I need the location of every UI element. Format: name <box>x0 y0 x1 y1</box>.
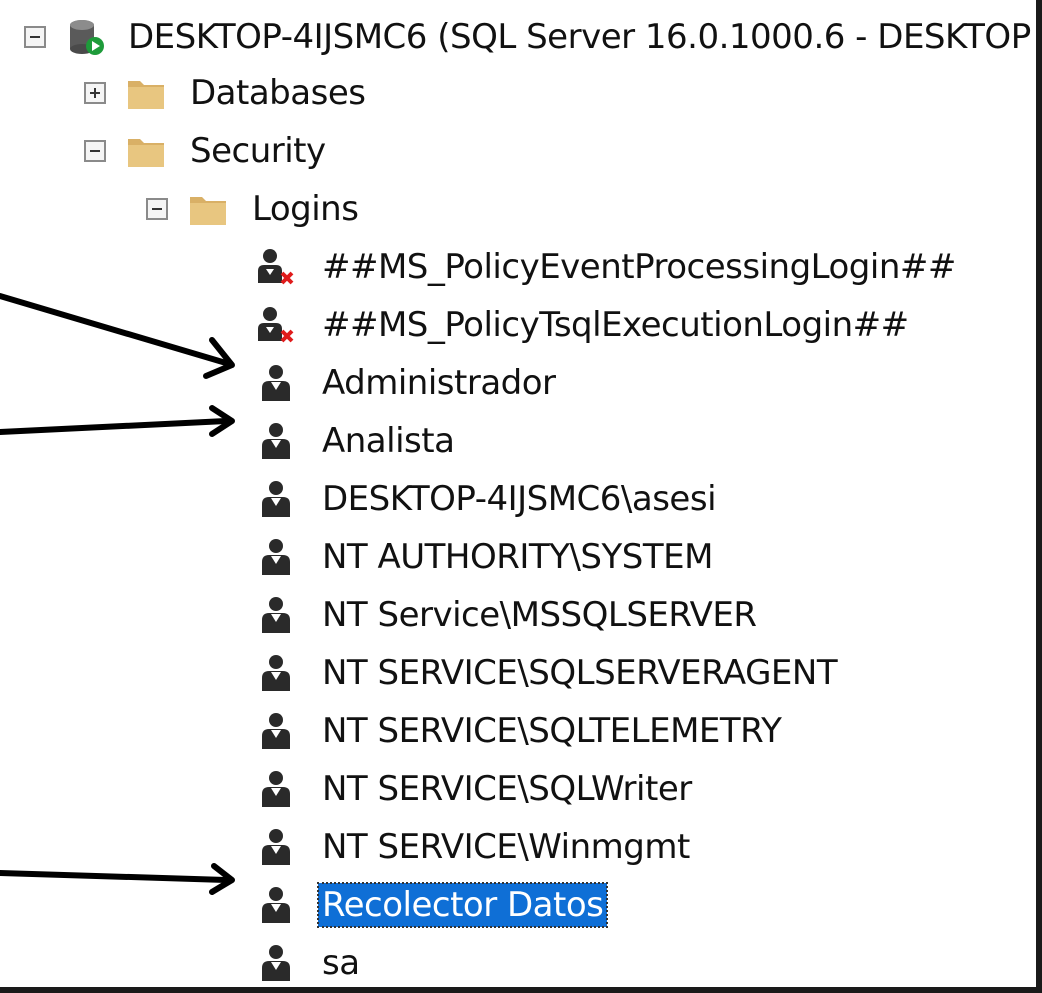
login-item[interactable]: Analista <box>256 412 458 470</box>
login-item[interactable]: sa <box>256 934 364 987</box>
user-icon <box>262 887 290 923</box>
folder-icon <box>190 197 226 225</box>
login-label: NT SERVICE\Winmgmt <box>322 827 690 867</box>
login-label: sa <box>322 943 360 983</box>
tree-node-databases[interactable]: Databases <box>84 64 369 122</box>
login-label: NT SERVICE\SQLTELEMETRY <box>322 711 782 751</box>
user-icon <box>262 423 290 459</box>
login-item[interactable]: NT SERVICE\Winmgmt <box>256 818 694 876</box>
tree-node-label: Databases <box>190 73 366 113</box>
user-icon <box>262 655 290 691</box>
login-item[interactable]: NT SERVICE\SQLTELEMETRY <box>256 702 785 760</box>
login-label: NT SERVICE\SQLWriter <box>322 769 692 809</box>
login-label: Analista <box>322 421 455 461</box>
tree-node-server[interactable]: DESKTOP-4IJSMC6 (SQL Server 16.0.1000.6 … <box>24 8 1035 66</box>
user-icon <box>262 597 290 633</box>
login-label: NT AUTHORITY\SYSTEM <box>322 537 713 577</box>
user-icon <box>262 771 290 807</box>
user-icon <box>262 365 290 401</box>
server-running-icon <box>70 20 104 55</box>
tree-node-label: DESKTOP-4IJSMC6 (SQL Server 16.0.1000.6 … <box>128 17 1031 57</box>
folder-icon <box>128 139 164 167</box>
login-item[interactable]: NT Service\MSSQLSERVER <box>256 586 761 644</box>
user-icon <box>262 713 290 749</box>
login-label: NT Service\MSSQLSERVER <box>322 595 757 635</box>
login-label: ##MS_PolicyTsqlExecutionLogin## <box>322 305 909 345</box>
login-label: NT SERVICE\SQLSERVERAGENT <box>322 653 838 693</box>
object-explorer-panel: DESKTOP-4IJSMC6 (SQL Server 16.0.1000.6 … <box>0 0 1042 993</box>
user-icon <box>262 829 290 865</box>
login-item[interactable]: ##MS_PolicyTsqlExecutionLogin## <box>256 296 913 354</box>
login-item[interactable]: NT SERVICE\SQLSERVERAGENT <box>256 644 841 702</box>
collapse-toggle-logins[interactable] <box>146 198 168 220</box>
login-item-selected[interactable]: Recolector Datos <box>256 876 609 934</box>
login-label: Administrador <box>322 363 556 403</box>
login-item[interactable]: NT SERVICE\SQLWriter <box>256 760 696 818</box>
collapse-toggle-security[interactable] <box>84 140 106 162</box>
user-icon <box>262 945 290 981</box>
login-label-selected: Recolector Datos <box>316 882 609 928</box>
object-explorer-tree: DESKTOP-4IJSMC6 (SQL Server 16.0.1000.6 … <box>0 0 1036 987</box>
folder-icon <box>128 81 164 109</box>
user-disabled-icon <box>258 249 294 285</box>
tree-node-logins[interactable]: Logins <box>146 180 362 238</box>
tree-node-label: Logins <box>252 189 359 229</box>
login-item[interactable]: DESKTOP-4IJSMC6\asesi <box>256 470 720 528</box>
collapse-toggle-server[interactable] <box>24 26 46 48</box>
login-label: ##MS_PolicyEventProcessingLogin## <box>322 247 956 287</box>
user-icon <box>262 539 290 575</box>
login-item[interactable]: NT AUTHORITY\SYSTEM <box>256 528 717 586</box>
user-disabled-icon <box>258 307 294 343</box>
expand-toggle-databases[interactable] <box>84 82 106 104</box>
login-item[interactable]: Administrador <box>256 354 560 412</box>
tree-node-label: Security <box>190 131 326 171</box>
tree-node-security[interactable]: Security <box>84 122 330 180</box>
user-icon <box>262 481 290 517</box>
login-label: DESKTOP-4IJSMC6\asesi <box>322 479 717 519</box>
login-item[interactable]: ##MS_PolicyEventProcessingLogin## <box>256 238 960 296</box>
